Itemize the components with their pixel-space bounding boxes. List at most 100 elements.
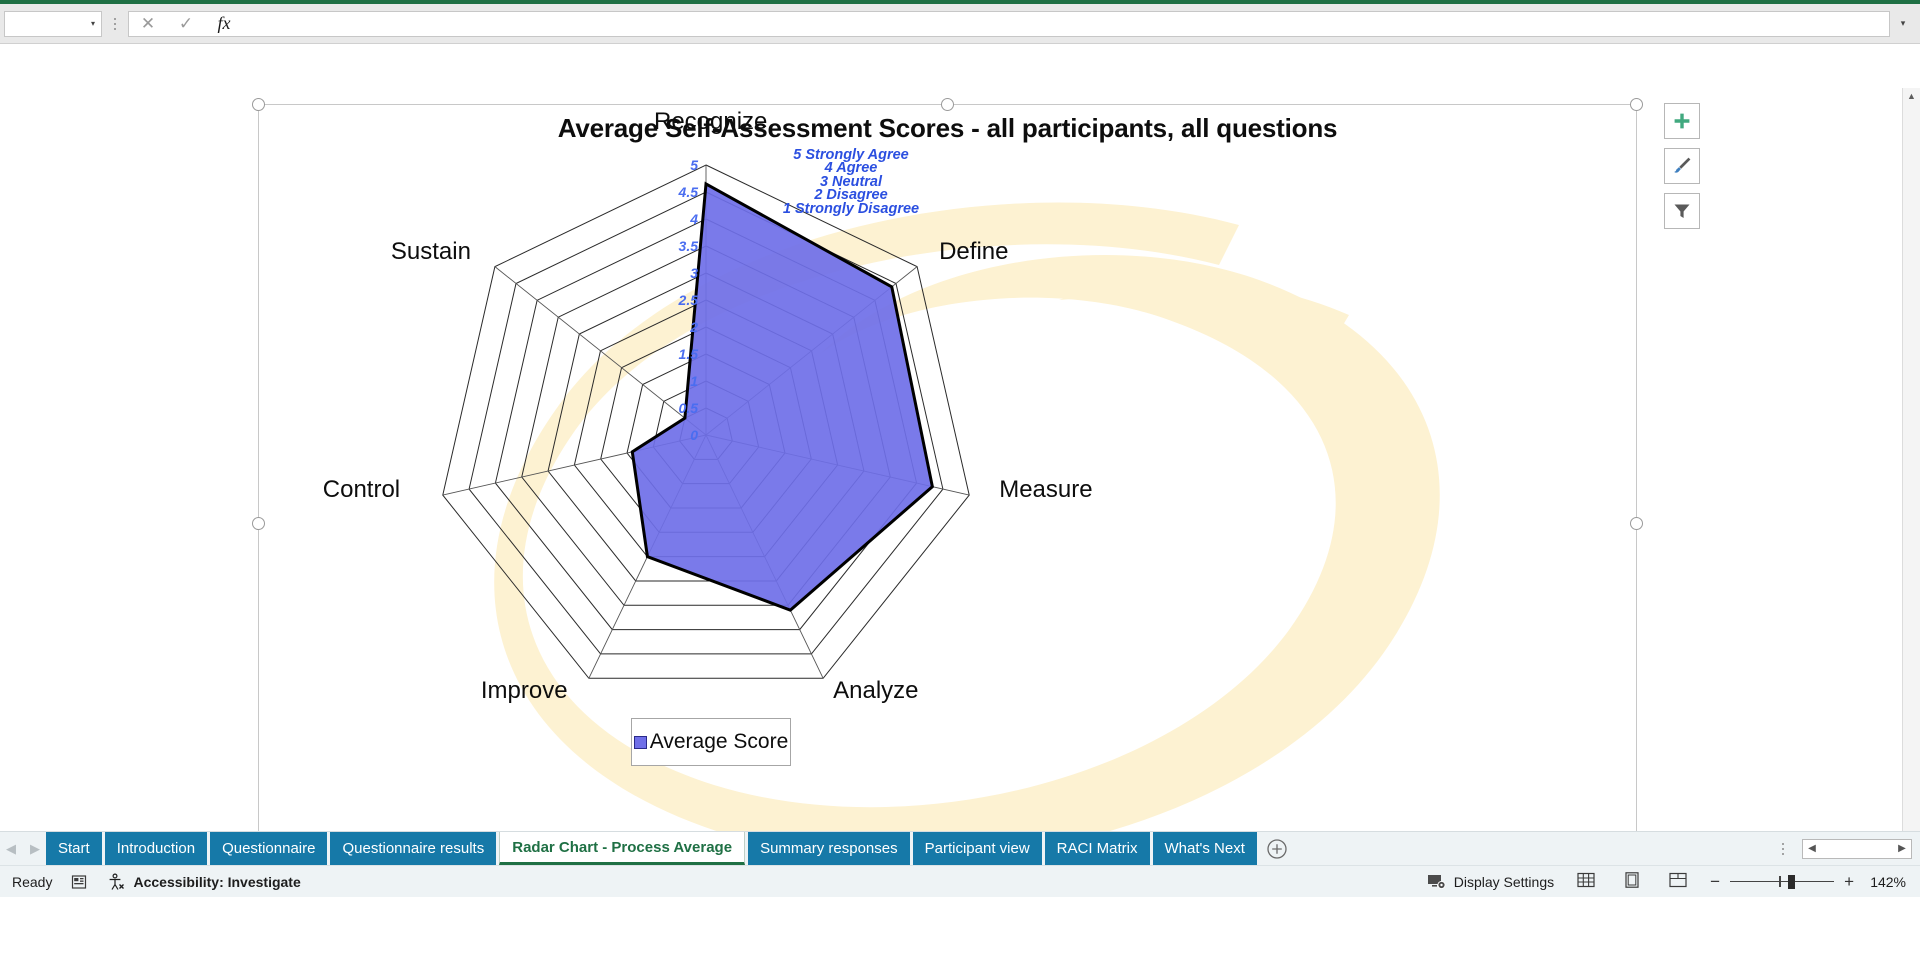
sheet-tab-start[interactable]: Start [46, 832, 102, 865]
record-macro-icon [72, 874, 87, 889]
sheet-tab-label: Introduction [116, 840, 196, 857]
chart-filters-button[interactable] [1664, 193, 1700, 229]
sheet-tab-label: Questionnaire results [342, 840, 485, 857]
formula-input[interactable] [243, 10, 1890, 37]
scale-legend: 5 Strongly Agree 4 Agree 3 Neutral 2 Dis… [721, 148, 981, 217]
chart-side-buttons [1664, 103, 1700, 229]
sheet-tab-bar: ◀ ▶ Start Introduction Questionnaire Questi… [0, 831, 1920, 865]
axis-tick-label: 2.5 [678, 292, 698, 308]
sheet-tab-label: Participant view [924, 840, 1030, 857]
accessibility-icon [110, 872, 125, 890]
sheet-tab-introduction[interactable]: Introduction [104, 832, 208, 865]
axis-tick-label: 0 [690, 427, 698, 443]
sheet-tab-questionnaire-results[interactable]: Questionnaire results [330, 832, 497, 865]
formula-bar-more-icon[interactable] [102, 11, 128, 37]
zoom-slider-track [1730, 880, 1835, 883]
page-break-view-icon [1669, 872, 1687, 888]
zoom-percentage[interactable]: 142% [1864, 874, 1906, 890]
accessibility-label: Accessibility: Investigate [133, 873, 301, 890]
insert-function-button[interactable]: fx [205, 12, 243, 36]
page-layout-view-icon [1625, 872, 1639, 888]
display-settings-icon [1427, 874, 1446, 889]
sheet-tab-next-icon[interactable]: ▶ [30, 841, 40, 857]
formula-action-buttons: ✕ ✓ fx [128, 10, 244, 37]
sheet-tab-label: Summary responses [760, 840, 898, 857]
selection-handle-top-center[interactable] [941, 98, 954, 111]
expand-formula-bar-icon[interactable]: ▾ [1890, 18, 1916, 29]
axis-tick-label: 3 [690, 265, 698, 281]
sheet-tab-prev-icon[interactable]: ◀ [6, 841, 16, 857]
legend-color-swatch [633, 735, 647, 749]
funnel-icon [1674, 204, 1690, 218]
axis-tick-label: 3.5 [678, 238, 698, 254]
accessibility-status[interactable]: Accessibility: Investigate [106, 872, 301, 892]
display-settings-button[interactable]: Display Settings [1427, 873, 1554, 891]
zoom-slider-midpoint [1779, 876, 1781, 887]
category-label-sustain: Sustain [390, 237, 471, 265]
sheet-tab-label: What's Next [1164, 840, 1245, 857]
selection-handle-middle-right[interactable] [1630, 517, 1643, 530]
scale-legend-line: 1 Strongly Disagree [782, 200, 920, 217]
plus-circle-icon [1267, 838, 1287, 859]
selection-handle-top-left[interactable] [252, 98, 265, 111]
zoom-slider-thumb[interactable] [1788, 874, 1796, 889]
status-bar: Ready Accessibility: Investigate Display… [0, 865, 1920, 897]
axis-tick-label: 1 [690, 373, 698, 389]
hscroll-left-icon[interactable]: ◀ [1803, 843, 1821, 854]
sheet-tab-raci-matrix[interactable]: RACI Matrix [1044, 832, 1150, 865]
cancel-formula-button[interactable]: ✕ [129, 12, 167, 36]
chart-legend[interactable]: Average Score [631, 718, 791, 766]
hscroll-right-icon[interactable]: ▶ [1893, 843, 1911, 854]
zoom-control[interactable]: − + 142% [1710, 872, 1906, 892]
add-sheet-button[interactable] [1257, 832, 1297, 865]
page-layout-view-button[interactable] [1622, 871, 1642, 892]
sheet-tab-radar-chart-process-average[interactable]: Radar Chart - Process Average [499, 832, 746, 865]
sheet-tab-questionnaire[interactable]: Questionnaire [210, 832, 328, 865]
page-break-view-button[interactable] [1668, 871, 1688, 892]
category-label-control: Control [322, 476, 401, 504]
tab-split-handle[interactable] [1770, 836, 1796, 862]
formula-bar: ▾ ✕ ✓ fx ▾ [0, 4, 1920, 44]
sheet-tab-navigation: ◀ ▶ [0, 832, 46, 865]
confirm-formula-button[interactable]: ✓ [167, 12, 205, 36]
normal-view-icon [1577, 872, 1595, 888]
sheet-tab-label: Questionnaire [222, 840, 316, 857]
chart-object[interactable]: Average Self-Assessment Scores - all par… [252, 98, 1700, 897]
axis-tick-label: 5 [690, 157, 698, 173]
chart-canvas: Average Self-Assessment Scores - all par… [259, 105, 1636, 897]
vertical-scrollbar[interactable]: ▲ ▼ [1902, 88, 1920, 897]
name-box[interactable]: ▾ [4, 10, 102, 37]
name-box-dropdown-icon[interactable]: ▾ [91, 19, 95, 28]
chart-elements-button[interactable] [1664, 103, 1700, 139]
sheet-tab-label: Radar Chart - Process Average [512, 838, 733, 856]
selection-handle-top-right[interactable] [1630, 98, 1643, 111]
legend-series-label: Average Score [649, 730, 789, 753]
sheet-tab-what-s-next[interactable]: What's Next [1152, 832, 1257, 865]
axis-tick-label: 4 [690, 211, 698, 227]
zoom-in-button[interactable]: + [1844, 872, 1854, 892]
radar-plot [442, 164, 970, 679]
sheet-tab-right-controls: ◀ ▶ [1770, 832, 1920, 865]
sheet-tab-label: Start [58, 840, 90, 857]
category-label-measure: Measure [999, 476, 1093, 504]
normal-view-button[interactable] [1576, 871, 1596, 892]
paintbrush-icon [1674, 157, 1691, 173]
zoom-slider[interactable] [1730, 874, 1835, 889]
axis-tick-label: 0.5 [678, 400, 698, 416]
sheet-tab-summary-responses[interactable]: Summary responses [748, 832, 910, 865]
record-macro-button[interactable] [70, 873, 88, 891]
status-mode: Ready [12, 873, 53, 890]
selection-handle-middle-left[interactable] [252, 517, 265, 530]
zoom-out-button[interactable]: − [1710, 872, 1720, 892]
worksheet-area: ▲ ▼ Average Self-Assessment Scores - all… [0, 44, 1920, 897]
horizontal-scrollbar[interactable]: ◀ ▶ [1802, 838, 1912, 859]
display-settings-label: Display Settings [1453, 873, 1555, 890]
chart-styles-button[interactable] [1664, 148, 1700, 184]
sheet-tab-label: RACI Matrix [1056, 840, 1138, 857]
category-label-analyze: Analyze [833, 677, 919, 705]
axis-tick-label: 1.5 [678, 346, 698, 362]
scroll-up-icon[interactable]: ▲ [1907, 88, 1916, 104]
axis-tick-label: 2 [690, 319, 698, 335]
sheet-tab-participant-view[interactable]: Participant view [912, 832, 1042, 865]
category-label-define: Define [939, 237, 1009, 265]
